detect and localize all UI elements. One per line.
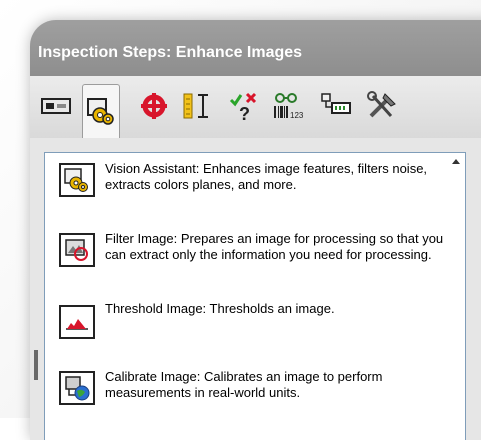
steps-listbox[interactable]: Vision Assistant: Enhances image feature… — [44, 152, 466, 440]
scrollbar[interactable] — [449, 153, 465, 440]
tool-additional[interactable] — [318, 86, 354, 126]
panel-title: Inspection Steps: Enhance Images — [38, 44, 303, 61]
step-text: Calibrate Image: Calibrates an image to … — [105, 369, 383, 400]
measure-features-icon — [183, 93, 208, 119]
step-calibrate-image[interactable]: Calibrate Image: Calibrates an image to … — [59, 369, 449, 419]
step-threshold-image[interactable]: Threshold Image: Thresholds an image. — [59, 301, 449, 351]
locate-features-icon — [141, 93, 167, 119]
tools-icon — [367, 91, 396, 118]
step-vision-assistant[interactable]: Vision Assistant: Enhances image feature… — [59, 161, 449, 221]
step-text: Vision Assistant: Enhances image feature… — [105, 161, 428, 192]
step-text: Filter Image: Prepares an image for proc… — [105, 231, 444, 262]
tool-acquire-images[interactable] — [38, 86, 74, 126]
inspection-steps-panel: Inspection Steps: Enhance Images ? 123 V… — [30, 20, 481, 440]
tool-identify-parts[interactable]: 123 — [270, 86, 306, 126]
identify-parts-icon: 123 — [274, 93, 304, 120]
tool-enhance-images[interactable] — [82, 84, 120, 139]
use-additional-tools-icon — [321, 93, 351, 114]
tool-tools[interactable] — [364, 86, 400, 126]
vision-assistant-icon — [59, 163, 95, 197]
check-presence-icon: ? — [229, 92, 257, 122]
step-text: Threshold Image: Thresholds an image. — [105, 301, 335, 316]
acquire-image-icon — [41, 98, 71, 114]
steps-list-area: Vision Assistant: Enhances image feature… — [30, 138, 481, 440]
tool-check-presence[interactable]: ? — [226, 86, 262, 126]
threshold-image-icon — [59, 305, 95, 339]
enhance-images-icon — [87, 98, 114, 125]
filter-image-icon — [59, 233, 95, 267]
svg-text:?: ? — [239, 104, 250, 122]
inspection-toolbar: ? 123 — [30, 76, 481, 139]
scroll-up-arrow-icon[interactable] — [452, 159, 460, 164]
panel-titlebar: Inspection Steps: Enhance Images — [30, 20, 481, 76]
tool-measure-features[interactable] — [180, 86, 216, 126]
svg-text:123: 123 — [290, 111, 304, 120]
window-edge — [34, 350, 38, 380]
tool-locate-features[interactable] — [136, 86, 172, 126]
step-filter-image[interactable]: Filter Image: Prepares an image for proc… — [59, 231, 449, 291]
calibrate-image-icon — [59, 371, 95, 405]
